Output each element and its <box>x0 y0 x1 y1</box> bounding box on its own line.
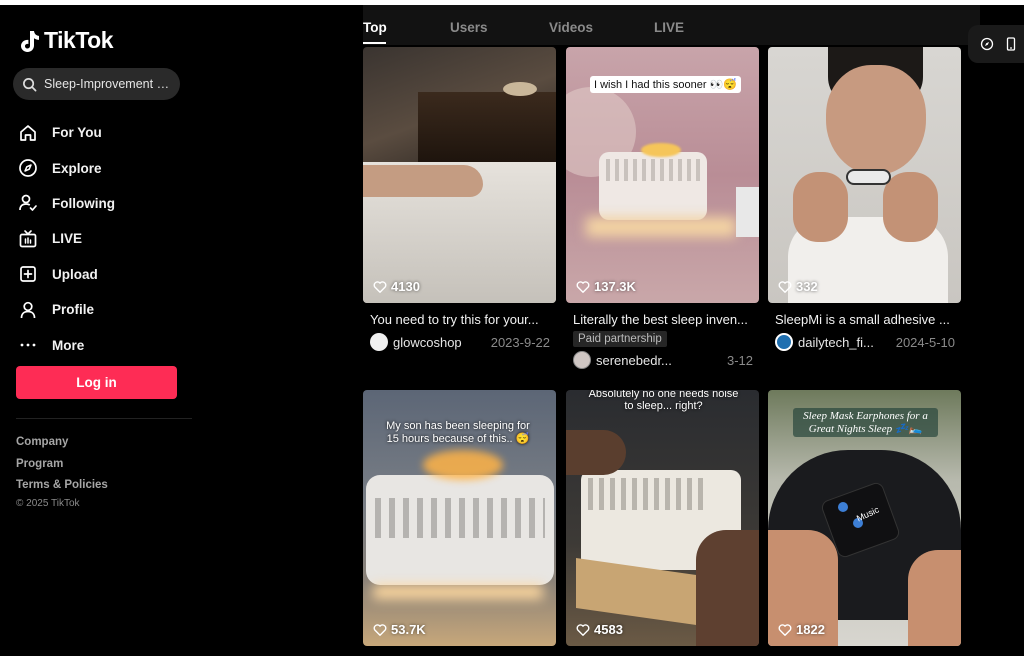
video-card[interactable]: Absolutely no one needs noise to sleep..… <box>566 390 759 646</box>
sidebar-footer: Company Program Terms & Policies © 2025 … <box>16 432 108 509</box>
paid-partnership-tag: Paid partnership <box>573 331 667 347</box>
like-count: 1822 <box>778 622 825 637</box>
live-tv-icon <box>19 230 37 248</box>
video-card[interactable]: My son has been sleeping for 15 hours be… <box>363 390 556 646</box>
like-count: 53.7K <box>373 622 426 637</box>
sidebar-item-live[interactable]: LIVE <box>18 221 115 256</box>
heart-icon <box>373 280 387 293</box>
video-meta: serenebedr... 3-12 <box>573 351 753 369</box>
tab-videos[interactable]: Videos <box>549 20 593 35</box>
more-dots-icon <box>20 343 36 347</box>
avatar[interactable] <box>775 333 793 351</box>
sidebar-item-following[interactable]: Following <box>18 186 115 221</box>
sidebar-item-for-you[interactable]: For You <box>18 115 115 150</box>
like-count: 137.3K <box>576 279 636 294</box>
floating-actions <box>968 25 1024 63</box>
sidebar-item-label: Explore <box>52 160 102 176</box>
heart-icon <box>576 280 590 293</box>
search-bar[interactable] <box>13 68 180 100</box>
post-date: 2024-5-10 <box>895 334 955 350</box>
post-date: 2023-9-22 <box>490 334 550 350</box>
search-input[interactable] <box>44 77 172 91</box>
author-name[interactable]: glowcoshop <box>393 335 483 350</box>
tiktok-logo[interactable]: TikTok <box>18 27 114 54</box>
like-count: 4130 <box>373 279 420 294</box>
video-description[interactable]: You need to try this for your... <box>370 312 550 327</box>
video-thumbnail[interactable]: 4130 <box>363 47 556 303</box>
sidebar-nav: For You Explore Following LIVE Upload Pr… <box>18 115 115 363</box>
sidebar-item-label: Following <box>52 195 115 211</box>
tab-live[interactable]: LIVE <box>654 20 684 35</box>
video-card[interactable]: 4130 You need to try this for your... gl… <box>363 47 556 351</box>
video-thumbnail[interactable]: 332 <box>768 47 961 303</box>
video-card[interactable]: Sleep Mask Earphones for a Great Nights … <box>768 390 961 646</box>
sidebar-item-upload[interactable]: Upload <box>18 257 115 292</box>
footer-link-company[interactable]: Company <box>16 432 108 454</box>
author-name[interactable]: dailytech_fi... <box>798 335 888 350</box>
sidebar: TikTok For You Explore Following LIVE Up… <box>0 5 200 656</box>
avatar[interactable] <box>573 351 591 369</box>
sidebar-item-explore[interactable]: Explore <box>18 150 115 185</box>
following-icon <box>19 195 37 212</box>
sidebar-item-label: Upload <box>52 266 98 282</box>
home-icon <box>20 124 36 141</box>
sidebar-divider <box>16 418 192 419</box>
search-icon <box>23 77 37 91</box>
video-description[interactable]: SleepMi is a small adhesive ... <box>775 312 955 327</box>
heart-icon <box>576 623 590 636</box>
compass-icon[interactable] <box>980 37 994 51</box>
video-thumbnail[interactable]: I wish I had this sooner 👀😴 137.3K <box>566 47 759 303</box>
video-overlay-caption: My son has been sleeping for 15 hours be… <box>386 420 530 445</box>
video-meta: glowcoshop 2023-9-22 <box>370 333 550 351</box>
footer-link-terms[interactable]: Terms & Policies <box>16 475 108 497</box>
video-description[interactable]: Literally the best sleep inven... <box>573 312 753 327</box>
upload-icon <box>20 266 36 283</box>
like-count: 4583 <box>576 622 623 637</box>
profile-icon <box>20 301 36 318</box>
video-overlay-caption: Sleep Mask Earphones for a Great Nights … <box>793 408 938 437</box>
active-tab-indicator <box>363 42 386 44</box>
heart-icon <box>778 280 792 293</box>
like-count: 332 <box>778 279 818 294</box>
compass-icon <box>19 159 37 177</box>
copyright: © 2025 TikTok <box>16 497 80 509</box>
login-button[interactable]: Log in <box>16 366 177 399</box>
search-tabs: Top Users Videos LIVE <box>363 5 980 45</box>
sidebar-item-label: For You <box>52 125 102 141</box>
post-date: 3-12 <box>726 352 753 368</box>
avatar[interactable] <box>370 333 388 351</box>
video-meta: dailytech_fi... 2024-5-10 <box>775 333 955 351</box>
video-card[interactable]: 332 SleepMi is a small adhesive ... dail… <box>768 47 961 351</box>
heart-icon <box>778 623 792 636</box>
sidebar-item-profile[interactable]: Profile <box>18 292 115 327</box>
video-card[interactable]: I wish I had this sooner 👀😴 137.3K Liter… <box>566 47 759 369</box>
video-thumbnail[interactable]: Absolutely no one needs noise to sleep..… <box>566 390 759 646</box>
video-thumbnail[interactable]: Sleep Mask Earphones for a Great Nights … <box>768 390 961 646</box>
video-overlay-caption: I wish I had this sooner 👀😴 <box>590 76 741 93</box>
tab-top[interactable]: Top <box>363 20 387 35</box>
sidebar-item-more[interactable]: More <box>18 327 115 362</box>
sidebar-item-label: LIVE <box>52 231 83 247</box>
tiktok-note-icon <box>21 30 39 52</box>
logo-text: TikTok <box>44 27 114 53</box>
tab-users[interactable]: Users <box>450 20 488 35</box>
author-name[interactable]: serenebedr... <box>596 353 719 368</box>
sidebar-item-label: More <box>52 337 85 353</box>
sidebar-item-label: Profile <box>52 302 95 318</box>
video-thumbnail[interactable]: My son has been sleeping for 15 hours be… <box>363 390 556 646</box>
video-overlay-caption: Absolutely no one needs noise to sleep..… <box>588 390 739 412</box>
heart-icon <box>373 623 387 636</box>
phone-icon[interactable] <box>1004 37 1018 51</box>
footer-link-program[interactable]: Program <box>16 454 108 476</box>
